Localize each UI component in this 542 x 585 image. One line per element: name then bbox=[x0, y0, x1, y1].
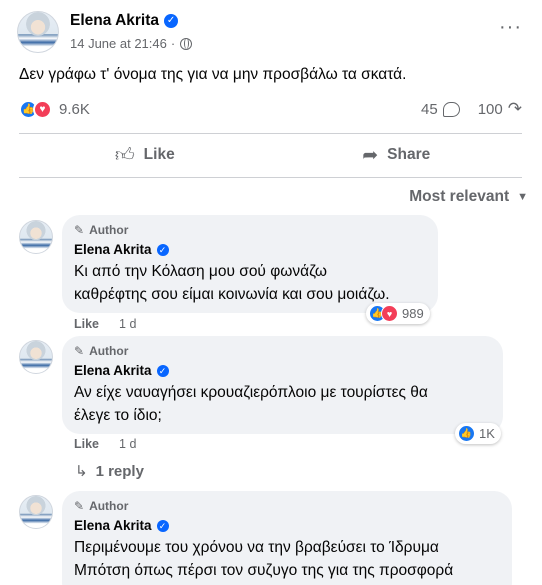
comment-text: Κι από την Κόλαση μου σού φωνάζω καθρέφτ… bbox=[74, 260, 426, 306]
post-meta: 14 June at 21:46 · bbox=[70, 36, 193, 51]
comment-bubble: ✎ Author Elena Akrita ✓ Περιμένουμε του … bbox=[62, 491, 512, 585]
comment-actions: Like 1 d bbox=[74, 437, 136, 451]
comment-reaction-count: 989 bbox=[402, 306, 424, 321]
comment-count-link[interactable]: 45 bbox=[421, 101, 460, 118]
comment-like-button[interactable]: Like bbox=[74, 437, 99, 451]
comment-author-name[interactable]: Elena Akrita ✓ bbox=[74, 518, 500, 533]
reply-count-label: 1 reply bbox=[95, 462, 144, 480]
share-count: 100 bbox=[477, 100, 503, 118]
sort-label: Most relevant bbox=[409, 188, 510, 205]
more-options-button[interactable]: ··· bbox=[499, 17, 522, 37]
pencil-icon: ✎ bbox=[74, 499, 85, 513]
meta-separator: · bbox=[170, 36, 176, 51]
post-author-name-text[interactable]: Elena Akrita bbox=[70, 12, 159, 30]
share-button-label: Share bbox=[387, 146, 431, 163]
comment-avatar[interactable] bbox=[19, 495, 53, 529]
author-tag-label: Author bbox=[89, 344, 129, 358]
comment-text-line: Περιμένουμε του χρόνου να την βραβεύσει … bbox=[74, 539, 439, 556]
comment-reactions[interactable]: 👍 ♥ 989 bbox=[366, 303, 430, 324]
author-tag-label: Author bbox=[89, 223, 129, 237]
share-arrow-icon: ↷ bbox=[507, 99, 522, 118]
comment-bubble: ✎ Author Elena Akrita ✓ Αν είχε ναυαγήσε… bbox=[62, 336, 503, 434]
comment-actions: Like 1 d bbox=[74, 317, 136, 331]
author-tag: ✎ Author bbox=[74, 499, 500, 513]
post-timestamp[interactable]: 14 June at 21:46 bbox=[70, 36, 167, 51]
comment-text: Περιμένουμε του χρόνου να την βραβεύσει … bbox=[74, 536, 500, 582]
share-button[interactable]: ➦ Share bbox=[271, 136, 523, 174]
comment-icon bbox=[442, 101, 460, 117]
verified-badge-icon: ✓ bbox=[164, 14, 179, 28]
comment-like-button[interactable]: Like bbox=[74, 317, 99, 331]
love-reaction-icon: ♥ bbox=[381, 305, 398, 322]
share-count-link[interactable]: 100 ↷ bbox=[478, 99, 522, 119]
comment-author-name-text[interactable]: Elena Akrita bbox=[74, 363, 152, 378]
comment-text-line: Μπότση όπως πέρσι τον συζυγο της για της… bbox=[74, 562, 454, 579]
caret-down-icon: ▼ bbox=[517, 191, 528, 203]
comment-reaction-count: 1K bbox=[479, 426, 495, 441]
engagement-counts: 45 100 ↷ bbox=[421, 99, 522, 119]
reaction-count[interactable]: 9.6K bbox=[59, 101, 90, 118]
verified-badge-icon: ✓ bbox=[156, 519, 169, 532]
comment-age[interactable]: 1 d bbox=[119, 437, 136, 451]
share-icon: ➦ bbox=[362, 144, 379, 166]
author-tag: ✎ Author bbox=[74, 223, 426, 237]
thumbs-up-icon: 👍︎ bbox=[114, 144, 135, 166]
post-text: Δεν γράφω τ' όνομα της για να μην προσβά… bbox=[19, 66, 407, 83]
comment-text-line: Κι από την Κόλαση μου σού φωνάζω bbox=[74, 263, 327, 280]
author-tag: ✎ Author bbox=[74, 344, 491, 358]
comment-bubble: ✎ Author Elena Akrita ✓ Κι από την Κόλασ… bbox=[62, 215, 438, 313]
comment-text: Αν είχε ναυαγήσει κρουαζιερόπλοιο με του… bbox=[74, 381, 491, 427]
reaction-icons[interactable]: 👍 ♥ bbox=[19, 99, 52, 119]
like-button-label: Like bbox=[143, 146, 175, 163]
like-reaction-icon: 👍 bbox=[458, 425, 475, 442]
globe-icon[interactable] bbox=[180, 37, 193, 50]
verified-badge-icon: ✓ bbox=[156, 243, 169, 256]
author-tag-label: Author bbox=[89, 499, 129, 513]
pencil-icon: ✎ bbox=[74, 344, 85, 358]
comment-reactions[interactable]: 👍 1K bbox=[455, 423, 501, 444]
comment-avatar[interactable] bbox=[19, 220, 53, 254]
love-reaction-icon: ♥ bbox=[33, 99, 52, 119]
pencil-icon: ✎ bbox=[74, 223, 85, 237]
verified-badge-icon: ✓ bbox=[156, 364, 169, 377]
comment-author-name-text[interactable]: Elena Akrita bbox=[74, 242, 152, 257]
comment-author-name-text[interactable]: Elena Akrita bbox=[74, 518, 152, 533]
divider-top bbox=[19, 133, 522, 134]
divider-bottom bbox=[19, 177, 522, 178]
comment-age[interactable]: 1 d bbox=[119, 317, 136, 331]
comment-text-line: Αν είχε ναυαγήσει κρουαζιερόπλοιο με του… bbox=[74, 384, 428, 401]
comment-avatar[interactable] bbox=[19, 340, 53, 374]
like-button[interactable]: 👍︎ Like bbox=[19, 136, 271, 174]
comment-count: 45 bbox=[421, 100, 438, 118]
post-actions: 👍︎ Like ➦ Share bbox=[19, 136, 522, 174]
post-author-name[interactable]: Elena Akrita ✓ bbox=[70, 12, 179, 30]
post-author-avatar[interactable] bbox=[17, 11, 59, 53]
comment-author-name[interactable]: Elena Akrita ✓ bbox=[74, 363, 491, 378]
comment-author-name[interactable]: Elena Akrita ✓ bbox=[74, 242, 426, 257]
comment-sort-dropdown[interactable]: Most relevant ▼ bbox=[409, 188, 528, 206]
reply-arrow-icon: ↳ bbox=[75, 463, 88, 480]
view-replies-link[interactable]: ↳ 1 reply bbox=[75, 462, 144, 481]
comment-text-line: έλεγε το ίδιο; bbox=[74, 407, 162, 424]
reactions-summary: 👍 ♥ 9.6K 45 100 ↷ bbox=[19, 98, 522, 120]
